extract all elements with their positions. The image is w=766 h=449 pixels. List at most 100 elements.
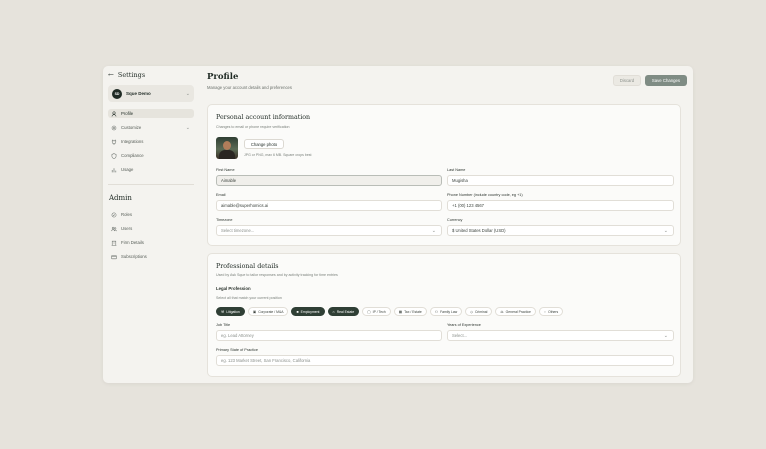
photo-hint: JPG or PNG, max 6 MB. Square crops best (244, 153, 312, 157)
back-to-settings[interactable]: ← Settings (108, 71, 145, 79)
timezone-value: Select timezone... (221, 228, 255, 233)
arrow-left-icon: ← (108, 71, 114, 79)
last-name-label: Last Name (447, 168, 466, 172)
professional-title: Professional details (216, 263, 279, 270)
first-name-label: First Name (216, 168, 235, 172)
chip-family-law[interactable]: ⚇ Family Law (429, 307, 463, 316)
admin-nav: Roles Users Firm Details Subscriptions (108, 210, 194, 266)
sidebar-item-compliance[interactable]: Compliance (108, 151, 194, 160)
tag-icon: ◌ (543, 309, 547, 314)
chip-criminal[interactable]: ◇ Criminal (465, 307, 493, 316)
chip-tax-estate[interactable]: ▦ Tax / Estate (393, 307, 427, 316)
phone-field[interactable]: +1 (00) 123 4567 (447, 200, 674, 211)
workspace-switcher[interactable]: SD Sque Demo ⌄ (108, 85, 194, 102)
change-photo-button[interactable]: Change photo (244, 139, 284, 149)
experience-value: Select... (452, 333, 468, 338)
legal-profession-subtitle: Select all that match your current posit… (216, 296, 282, 300)
sidebar-item-label: Customize (121, 125, 142, 130)
gear-icon (111, 125, 117, 130)
shield-icon (111, 152, 117, 159)
users-icon (111, 226, 117, 231)
admin-section-title: Admin (109, 194, 132, 202)
chevron-down-icon: ⌄ (185, 124, 190, 131)
sidebar-item-integrations[interactable]: Integrations (108, 137, 194, 146)
profile-photo (216, 137, 238, 159)
email-field[interactable]: aimable@superhomics.ai (216, 200, 442, 211)
state-label: Primary State of Practice (216, 348, 258, 352)
legal-profession-label: Legal Profession (216, 286, 251, 291)
user-icon (111, 111, 117, 116)
state-input[interactable]: eg. 123 Market Street, San Francisco, Ca… (216, 355, 674, 366)
timezone-label: Timezone (216, 218, 233, 222)
sidebar-item-profile[interactable]: Profile (108, 109, 194, 118)
sidebar-item-label: Compliance (121, 153, 144, 158)
first-name-field[interactable]: Aimable (216, 175, 442, 186)
professional-details-card: Professional details Used by Ask Sque to… (207, 253, 681, 377)
calculator-icon: ▦ (398, 309, 403, 314)
legal-profession-chips: ⚒ Litigation ▣ Corporate / M&A ■ Employment… (216, 307, 564, 316)
chevron-down-icon: ⌄ (431, 228, 436, 234)
sidebar-item-label: Subscriptions (121, 254, 147, 259)
scale-icon: ⚖ (500, 309, 504, 314)
sidebar-item-label: Roles (121, 212, 132, 217)
gavel-icon: ⚒ (221, 309, 225, 314)
workspace-name: Sque Demo (126, 91, 151, 96)
sidebar-item-label: Profile (121, 111, 134, 116)
job-title-label: Job Title (216, 323, 231, 327)
sidebar-item-firm-details[interactable]: Firm Details (108, 238, 194, 247)
building-icon: ▣ (252, 309, 257, 314)
sidebar-item-customize[interactable]: Customize ⌄ (108, 123, 194, 132)
sidebar-item-label: Users (121, 226, 133, 231)
experience-select[interactable]: Select... ⌄ (447, 330, 674, 341)
sidebar-item-usage[interactable]: Usage (108, 165, 194, 174)
chevron-down-icon: ⌄ (185, 90, 190, 97)
sidebar-item-label: Integrations (121, 139, 144, 144)
building-icon (111, 240, 117, 246)
sidebar: ← Settings SD Sque Demo ⌄ Profile Custom… (103, 66, 197, 383)
timezone-select[interactable]: Select timezone... ⌄ (216, 225, 442, 236)
shield-icon: ◇ (470, 309, 473, 314)
settings-nav: Profile Customize ⌄ Integrations Complia… (108, 109, 194, 179)
chip-icon: ▢ (367, 309, 371, 314)
bar-chart-icon (111, 167, 117, 172)
chip-general-practice[interactable]: ⚖ General Practice (495, 307, 536, 316)
chip-real-estate[interactable]: ⌂ Real Estate (327, 307, 360, 316)
page-title: Profile (207, 72, 239, 82)
people-icon: ⚇ (434, 309, 439, 314)
credit-card-icon (111, 254, 117, 259)
sidebar-item-label: Usage (121, 167, 134, 172)
page-subtitle: Manage your account details and preferen… (207, 85, 292, 90)
personal-info-title: Personal account information (216, 114, 311, 121)
sidebar-item-users[interactable]: Users (108, 224, 194, 233)
chip-corporate[interactable]: ▣ Corporate / M&A (247, 307, 289, 316)
discard-button[interactable]: Discard (613, 75, 641, 86)
home-icon: ⌂ (332, 309, 335, 314)
chip-employment[interactable]: ■ Employment (291, 307, 325, 316)
sidebar-item-label: Firm Details (121, 240, 144, 245)
professional-subtitle: Used by Ask Sque to tailor responses and… (216, 273, 338, 277)
experience-label: Years of Experience (447, 323, 481, 327)
back-label: Settings (117, 71, 146, 79)
sidebar-item-roles[interactable]: Roles (108, 210, 194, 219)
chip-ip-tech[interactable]: ▢ IP / Tech (362, 307, 391, 316)
job-title-input[interactable]: eg. Lead Attorney (216, 330, 442, 341)
save-changes-button[interactable]: Save Changes (645, 75, 687, 86)
chevron-down-icon: ⌄ (663, 333, 668, 339)
chip-others[interactable]: ◌ Others (538, 307, 564, 316)
chevron-down-icon: ⌄ (663, 228, 668, 234)
workspace-avatar: SD (112, 88, 122, 99)
briefcase-icon: ■ (296, 309, 299, 314)
personal-info-card: Personal account information Changes to … (207, 104, 681, 246)
personal-info-subtitle: Changes to email or phone require verifi… (216, 125, 290, 129)
main-content: Profile Manage your account details and … (207, 66, 693, 383)
plug-icon (111, 139, 117, 145)
currency-value: $ United States Dollar (USD) (452, 228, 506, 233)
email-label: Email (216, 193, 226, 197)
phone-label: Phone Number (include country code, eg +… (447, 193, 523, 197)
currency-label: Currency (447, 218, 463, 222)
currency-select[interactable]: $ United States Dollar (USD) ⌄ (447, 225, 674, 236)
settings-window: ← Settings SD Sque Demo ⌄ Profile Custom… (103, 66, 693, 383)
chip-litigation[interactable]: ⚒ Litigation (216, 307, 245, 316)
last-name-field[interactable]: Mugisha (447, 175, 674, 186)
sidebar-item-subscriptions[interactable]: Subscriptions (108, 252, 194, 261)
